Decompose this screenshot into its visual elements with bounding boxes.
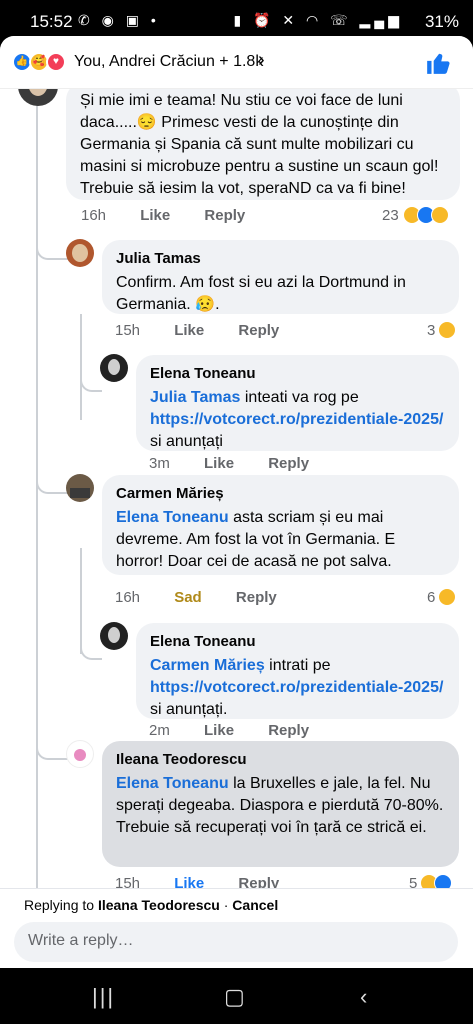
sad-reaction-icon — [438, 588, 457, 606]
sad-reaction-link[interactable]: Sad — [174, 589, 202, 606]
like-link[interactable]: Like — [174, 875, 204, 888]
comment-bubble[interactable]: Ileana Teodorescu Elena Toneanu la Bruxe… — [102, 741, 459, 867]
comment-bubble[interactable]: Elena Toneanu Julia Tamas inteati va rog… — [136, 355, 459, 451]
avatar[interactable] — [100, 622, 128, 650]
comment-text-end: si anunțați — [150, 433, 223, 450]
comment-text: inteati va rog pe — [244, 389, 359, 406]
comment-author[interactable]: Ileana Teodorescu — [116, 749, 445, 771]
comment-time: 16h — [81, 207, 107, 224]
reaction-count-value: 5 — [409, 874, 418, 889]
system-icons: ▮ ⏰ ✕ ◠ ☏ ▂▄▆ — [233, 12, 403, 28]
comment-actions: 15h Like Reply — [115, 875, 309, 888]
comments-sheet: 👍 🥰 ♥ You, Andrei Crăciun + 1.8k › Și mi… — [0, 36, 473, 968]
reaction-count-value: 6 — [427, 588, 436, 606]
comment-time: 15h — [115, 322, 141, 339]
love-reaction-icon: ♥ — [46, 52, 66, 72]
reaction-count-value: 3 — [427, 321, 436, 339]
comment-thread: Și mie imi e teama! Nu stiu ce voi face … — [0, 88, 473, 888]
reply-link[interactable]: Reply — [268, 722, 309, 739]
comment-author[interactable]: Elena Toneanu — [150, 631, 445, 653]
system-nav-bar: ||| ▢ ‹ — [0, 968, 473, 1024]
like-link[interactable]: Like — [204, 722, 234, 739]
comment-time: 15h — [115, 875, 141, 888]
reaction-icons: 👍 🥰 ♥ — [12, 52, 72, 72]
mention-link[interactable]: Elena Toneanu — [116, 775, 229, 792]
comment-actions: 15h Like Reply — [115, 322, 309, 339]
reaction-count[interactable]: 23 — [382, 206, 449, 224]
recent-apps-icon[interactable]: ||| — [92, 984, 115, 1010]
comment-text: intrati pe — [269, 657, 331, 674]
mention-link[interactable]: Carmen Mărieș — [150, 657, 265, 674]
chevron-right-icon: › — [258, 49, 265, 71]
reactions-header[interactable]: 👍 🥰 ♥ You, Andrei Crăciun + 1.8k › — [0, 36, 473, 89]
replying-to: Replying to Ileana Teodorescu · Cancel — [24, 897, 278, 913]
comment-text-end: si anunțați. — [150, 701, 228, 718]
comment-actions: 16h Like Reply — [81, 207, 275, 224]
comment-time: 16h — [115, 589, 141, 606]
comment-time: 2m — [149, 722, 170, 739]
comment-author[interactable]: Julia Tamas — [116, 248, 445, 270]
mention-link[interactable]: Elena Toneanu — [116, 509, 229, 526]
like-link[interactable]: Like — [174, 322, 204, 339]
comment-text: Confirm. Am fost si eu azi la Dortmund i… — [116, 274, 406, 313]
like-reaction-icon — [434, 874, 453, 888]
comment-bubble[interactable]: Elena Toneanu Carmen Mărieș intrati pe h… — [136, 623, 459, 719]
comment-actions: 3m Like Reply — [149, 455, 339, 472]
like-link[interactable]: Like — [204, 455, 234, 472]
reply-input[interactable]: Write a reply… — [14, 922, 458, 962]
separator: · — [219, 897, 233, 913]
like-link[interactable]: Like — [140, 207, 170, 224]
reply-link[interactable]: Reply — [238, 875, 279, 888]
avatar[interactable] — [66, 740, 94, 768]
reaction-count[interactable]: 6 — [427, 588, 457, 606]
care-reaction-icon — [430, 206, 449, 224]
reply-link[interactable]: Reply — [268, 455, 309, 472]
back-icon[interactable]: ‹ — [360, 984, 367, 1010]
status-time: 15:52 — [30, 12, 73, 31]
avatar[interactable] — [66, 239, 94, 267]
reply-composer: Replying to Ileana Teodorescu · Cancel W… — [0, 888, 473, 968]
notification-icons: ✆ ◉ ▣ • — [78, 12, 160, 28]
comment-actions: 16h Sad Reply — [115, 589, 307, 606]
avatar[interactable] — [66, 474, 94, 502]
sad-reaction-icon — [438, 321, 457, 339]
url-link[interactable]: https://votcorect.ro/prezidentiale-2025/ — [150, 679, 443, 696]
home-icon[interactable]: ▢ — [224, 984, 245, 1010]
avatar[interactable] — [100, 354, 128, 382]
comment-actions: 2m Like Reply — [149, 722, 339, 739]
avatar[interactable] — [18, 88, 58, 106]
cancel-reply-button[interactable]: Cancel — [232, 897, 278, 913]
replying-name: Ileana Teodorescu — [97, 897, 220, 913]
reactors-text: You, Andrei Crăciun + 1.8k — [74, 53, 264, 70]
comment-bubble[interactable]: Carmen Mărieș Elena Toneanu asta scriam … — [102, 475, 459, 575]
url-link[interactable]: https://votcorect.ro/prezidentiale-2025/ — [150, 411, 443, 428]
reaction-count-value: 23 — [382, 206, 399, 224]
comment-author[interactable]: Carmen Mărieș — [116, 483, 445, 505]
reply-link[interactable]: Reply — [238, 322, 279, 339]
comment-bubble[interactable]: Și mie imi e teama! Nu stiu ce voi face … — [66, 88, 460, 200]
reaction-count[interactable]: 5 — [409, 874, 453, 889]
comment-text: Și mie imi e teama! Nu stiu ce voi face … — [80, 92, 439, 197]
like-button-icon[interactable] — [425, 50, 451, 76]
comment-author[interactable]: Elena Toneanu — [150, 363, 445, 385]
comment-bubble[interactable]: Julia Tamas Confirm. Am fost si eu azi l… — [102, 240, 459, 314]
reaction-count[interactable]: 3 — [427, 321, 457, 339]
mention-link[interactable]: Julia Tamas — [150, 389, 240, 406]
reply-link[interactable]: Reply — [204, 207, 245, 224]
battery-level: 31% — [424, 12, 459, 31]
reply-link[interactable]: Reply — [236, 589, 277, 606]
comment-time: 3m — [149, 455, 170, 472]
replying-prefix: Replying to — [24, 897, 95, 913]
